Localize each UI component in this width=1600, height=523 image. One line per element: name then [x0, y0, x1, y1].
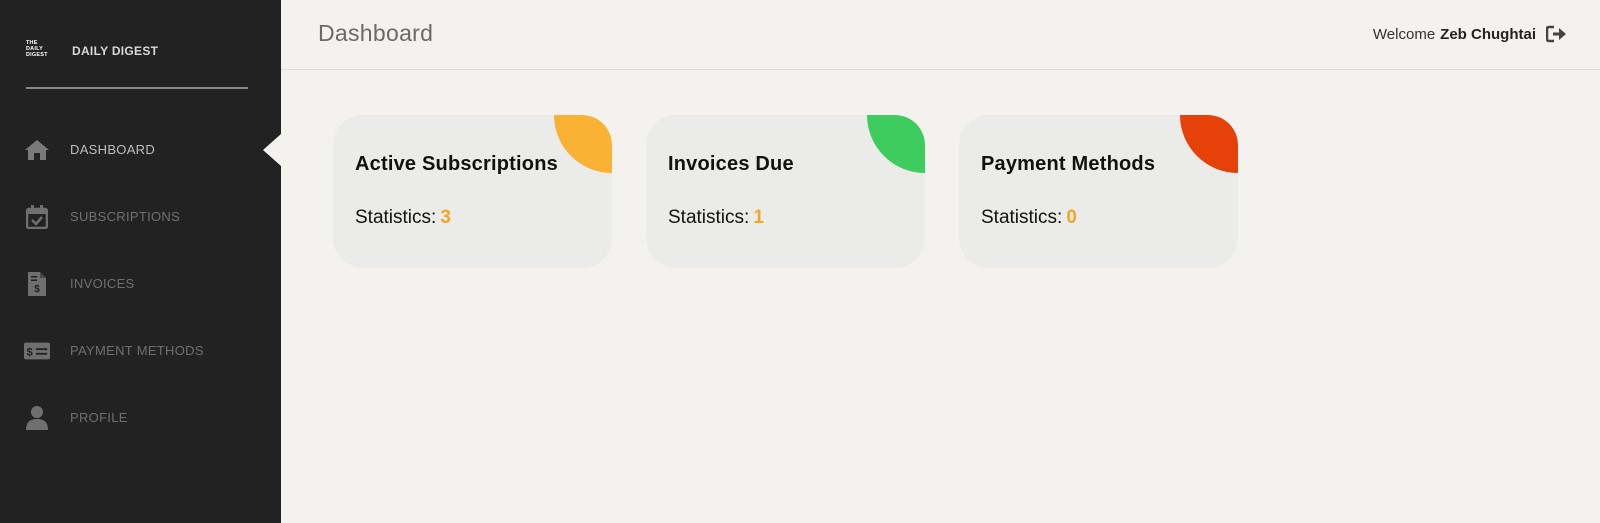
card-invoices-due[interactable]: Invoices Due Statistics: 1	[646, 115, 925, 268]
sidebar-item-subscriptions[interactable]: SUBSCRIPTIONS	[0, 183, 281, 250]
welcome-text: Welcome	[1372, 25, 1436, 43]
logo-line-3: DIGEST	[26, 52, 48, 58]
sidebar-item-profile[interactable]: PROFILE	[0, 384, 281, 451]
stat-value: 3	[440, 207, 451, 228]
stat-value: 0	[1066, 207, 1077, 228]
card-stat: Statistics: 1	[668, 207, 764, 229]
card-accent-corner	[867, 115, 925, 173]
sidebar-item-label: PAYMENT METHODS	[70, 343, 204, 358]
stat-label: Statistics:	[668, 207, 750, 228]
header: Dashboard Welcome Zeb Chughtai	[281, 0, 1600, 70]
card-payment-methods[interactable]: Payment Methods Statistics: 0	[959, 115, 1238, 268]
sidebar-item-label: INVOICES	[70, 276, 135, 291]
brand[interactable]: THE DAILY DIGEST DAILY DIGEST	[26, 36, 248, 66]
sidebar: THE DAILY DIGEST DAILY DIGEST DASHBOARD	[0, 0, 281, 523]
welcome-area: Welcome Zeb Chughtai	[1373, 24, 1568, 44]
sidebar-item-invoices[interactable]: $ INVOICES	[0, 250, 281, 317]
calendar-check-icon	[24, 204, 50, 230]
card-stat: Statistics: 3	[355, 207, 451, 229]
page-title: Dashboard	[318, 20, 434, 46]
user-name: Zeb Chughtai	[1440, 25, 1536, 43]
stat-label: Statistics:	[355, 207, 437, 228]
stat-value: 1	[753, 207, 764, 228]
stat-label: Statistics:	[981, 207, 1063, 228]
sidebar-item-label: PROFILE	[70, 410, 128, 425]
brand-divider	[26, 87, 248, 89]
card-title: Payment Methods	[981, 153, 1156, 175]
card-active-subscriptions[interactable]: Active Subscriptions Statistics: 3	[333, 115, 612, 268]
app: THE DAILY DIGEST DAILY DIGEST DASHBOARD	[0, 0, 1600, 523]
sidebar-item-label: SUBSCRIPTIONS	[70, 209, 181, 224]
card-accent-corner	[554, 115, 612, 173]
svg-text:$: $	[34, 284, 40, 295]
card-stat: Statistics: 0	[981, 207, 1077, 229]
card-title: Invoices Due	[668, 153, 794, 175]
card-title: Active Subscriptions	[355, 153, 558, 175]
invoice-dollar-icon: $	[24, 271, 50, 297]
home-icon	[24, 137, 50, 163]
sidebar-item-payment-methods[interactable]: $ PAYMENT METHODS	[0, 317, 281, 384]
user-icon	[24, 405, 50, 431]
brand-logo: THE DAILY DIGEST	[26, 40, 52, 62]
card-accent-corner	[1180, 115, 1238, 173]
money-check-icon: $	[24, 338, 50, 364]
brand-name: DAILY DIGEST	[72, 44, 159, 58]
sign-out-icon[interactable]	[1546, 24, 1568, 44]
sidebar-nav: DASHBOARD SUBSCRIPTIONS $ INVOICES $ PAY…	[0, 116, 281, 451]
sidebar-item-dashboard[interactable]: DASHBOARD	[0, 116, 281, 183]
sidebar-item-label: DASHBOARD	[70, 142, 156, 157]
svg-text:$: $	[26, 346, 33, 358]
